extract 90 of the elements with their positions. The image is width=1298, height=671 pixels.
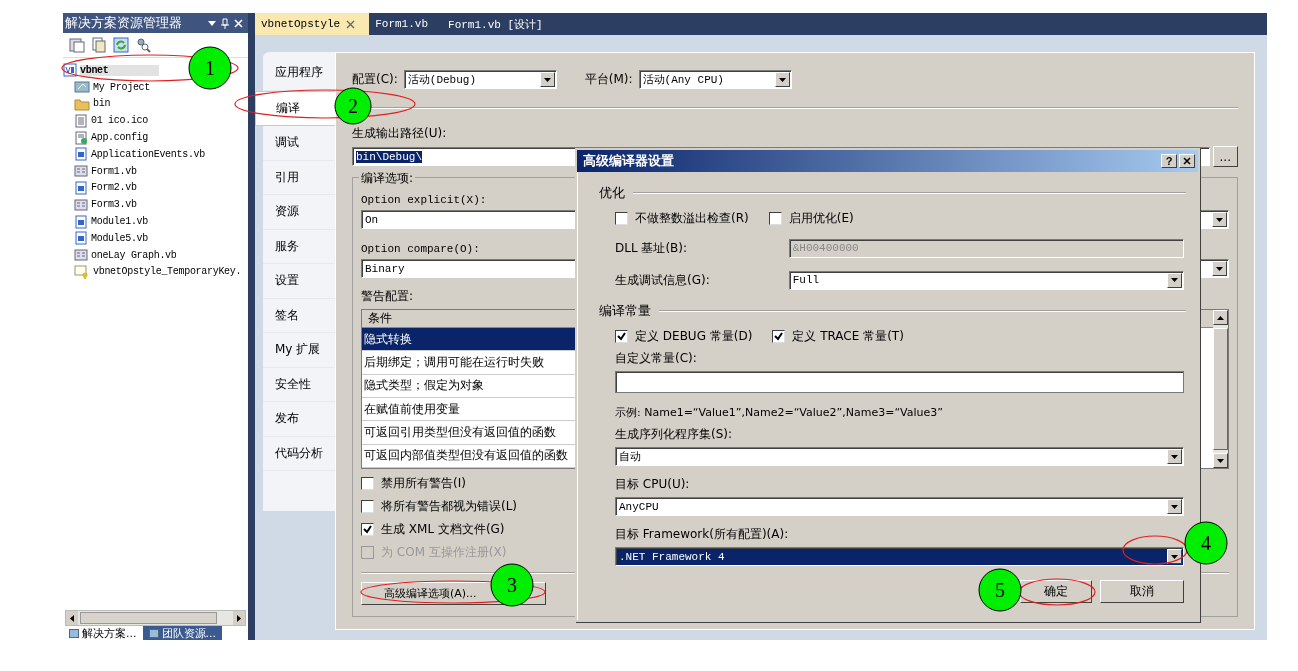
help-button[interactable]: ?	[1161, 154, 1177, 168]
highlight-ellipse	[1122, 535, 1188, 565]
form-file-icon	[74, 197, 88, 212]
checkbox-label: 不做整数溢出检查(R)	[635, 209, 749, 227]
scroll-up-icon[interactable]	[1213, 310, 1228, 325]
checkbox[interactable]	[615, 211, 628, 225]
document-tab[interactable]: Form1.vb [设计]	[442, 13, 557, 35]
field-label: 目标 CPU(U):	[615, 476, 691, 493]
file-icon	[74, 113, 88, 128]
serialization-combo[interactable]: 自动	[615, 447, 1184, 466]
property-tab[interactable]: 编译	[255, 90, 335, 126]
field-label: 配置(C):	[352, 71, 398, 88]
folder-icon	[74, 97, 90, 111]
scroll-left-icon[interactable]	[66, 611, 78, 625]
show-files-icon[interactable]	[91, 37, 107, 53]
checkbox[interactable]	[361, 523, 374, 536]
group-label: 编译常量	[599, 302, 651, 320]
callout-badge: 2	[334, 87, 372, 125]
window-icon	[148, 628, 159, 638]
tree-item[interactable]: Module1.vb	[74, 213, 248, 230]
example-text: 示例: Name1=“Value1”,Name2=“Value2”,Name3=“Value3”	[615, 405, 944, 420]
checkbox-label: 定义 DEBUG 常量(D)	[635, 327, 753, 345]
vb-file-icon	[74, 180, 88, 195]
checkbox-label: 将所有警告都视为错误(L)	[381, 498, 518, 515]
tree-item[interactable]: 01 ico.ico	[74, 112, 248, 130]
scroll-down-icon[interactable]	[1213, 453, 1228, 468]
platform-combo[interactable]: 活动(Any CPU)	[638, 70, 792, 89]
checkbox-label: 启用优化(E)	[788, 209, 854, 227]
field-label: 自定义常量(C):	[615, 351, 697, 365]
dialog-button[interactable]: 确定	[1020, 580, 1092, 603]
dialog-title: 高级编译器设置	[583, 152, 675, 170]
tree-item[interactable]: Module5.vb	[74, 229, 248, 247]
field-label: DLL 基址(B):	[615, 239, 689, 257]
checkbox[interactable]	[361, 500, 374, 513]
key-file-icon	[74, 264, 90, 279]
group-label: 编译选项:	[359, 170, 416, 187]
vb-file-icon	[74, 147, 88, 162]
tree-item[interactable]: vbnetOpstyle_TemporaryKey.	[74, 263, 248, 281]
vb-file-icon	[74, 214, 88, 229]
target-cpu-combo[interactable]: AnyCPU	[615, 497, 1184, 516]
dropdown-icon[interactable]	[208, 20, 216, 26]
group-label: 优化	[599, 184, 625, 202]
scroll-right-icon[interactable]	[233, 611, 245, 625]
tree-item[interactable]: bin	[74, 95, 248, 113]
field-label: 生成输出路径(U):	[352, 125, 448, 142]
callout-badge: 5	[978, 568, 1022, 612]
checkbox[interactable]	[615, 329, 628, 343]
field-label: 目标 Framework(所有配置)(A):	[615, 526, 790, 543]
scrollbar-thumb[interactable]	[80, 612, 217, 624]
pin-icon[interactable]	[221, 17, 229, 29]
browse-button[interactable]: ...	[1212, 146, 1238, 167]
checkbox-label: 生成 XML 文档文件(G)	[381, 521, 505, 538]
custom-constants-field[interactable]	[615, 371, 1184, 393]
checkbox[interactable]	[361, 477, 374, 490]
tree-item[interactable]: Form2.vb	[74, 179, 248, 197]
form-file-icon	[74, 248, 88, 263]
target-framework-combo[interactable]: .NET Framework 4	[615, 547, 1184, 566]
field-label: 生成调试信息(G):	[615, 271, 711, 289]
callout-badge: 1	[188, 46, 232, 90]
field-label: 平台(M):	[584, 71, 633, 88]
field-label: 警告配置:	[361, 289, 414, 303]
checkbox[interactable]	[768, 211, 782, 225]
field-label: Option compare(O):	[361, 243, 480, 255]
checkbox-label: 定义 TRACE 常量(T)	[792, 327, 904, 345]
property-tab[interactable]: 应用程序	[263, 56, 335, 91]
tree-item[interactable]: oneLay Graph.vb	[74, 246, 248, 264]
tree-item[interactable]: Form1.vb	[74, 162, 248, 180]
dialog-button[interactable]: 取消	[1100, 580, 1184, 603]
panel-tab[interactable]: 团队资源...	[142, 626, 222, 640]
config-file-icon	[74, 130, 88, 145]
window-icon	[69, 628, 79, 638]
callout-badge: 4	[1184, 521, 1228, 565]
tree-item[interactable]: Form3.vb	[74, 196, 248, 214]
table-row[interactable]: 隐式转换	[362, 328, 576, 352]
checkbox[interactable]	[772, 329, 786, 343]
callout-badge: 3	[490, 563, 534, 607]
document-tab[interactable]: vbnetOpstyle	[255, 13, 370, 35]
debug-info-combo[interactable]: Full	[788, 270, 1184, 290]
panel-title: 解决方案资源管理器	[65, 14, 183, 32]
close-icon[interactable]	[1183, 157, 1191, 165]
close-button[interactable]	[1179, 154, 1195, 168]
tree-item[interactable]: App.config	[74, 129, 248, 146]
config-combo[interactable]: 活动(Debug)	[403, 70, 557, 89]
document-tab[interactable]: Form1.vb	[369, 13, 443, 35]
checkbox-label: 禁用所有警告(I)	[381, 475, 466, 492]
form-file-icon	[74, 164, 88, 179]
field-label: 生成序列化程序集(S):	[615, 426, 734, 443]
vb-file-icon	[74, 231, 88, 246]
tree-item[interactable]: ApplicationEvents.vb	[74, 146, 248, 163]
field-label: Option explicit(X):	[361, 194, 487, 206]
